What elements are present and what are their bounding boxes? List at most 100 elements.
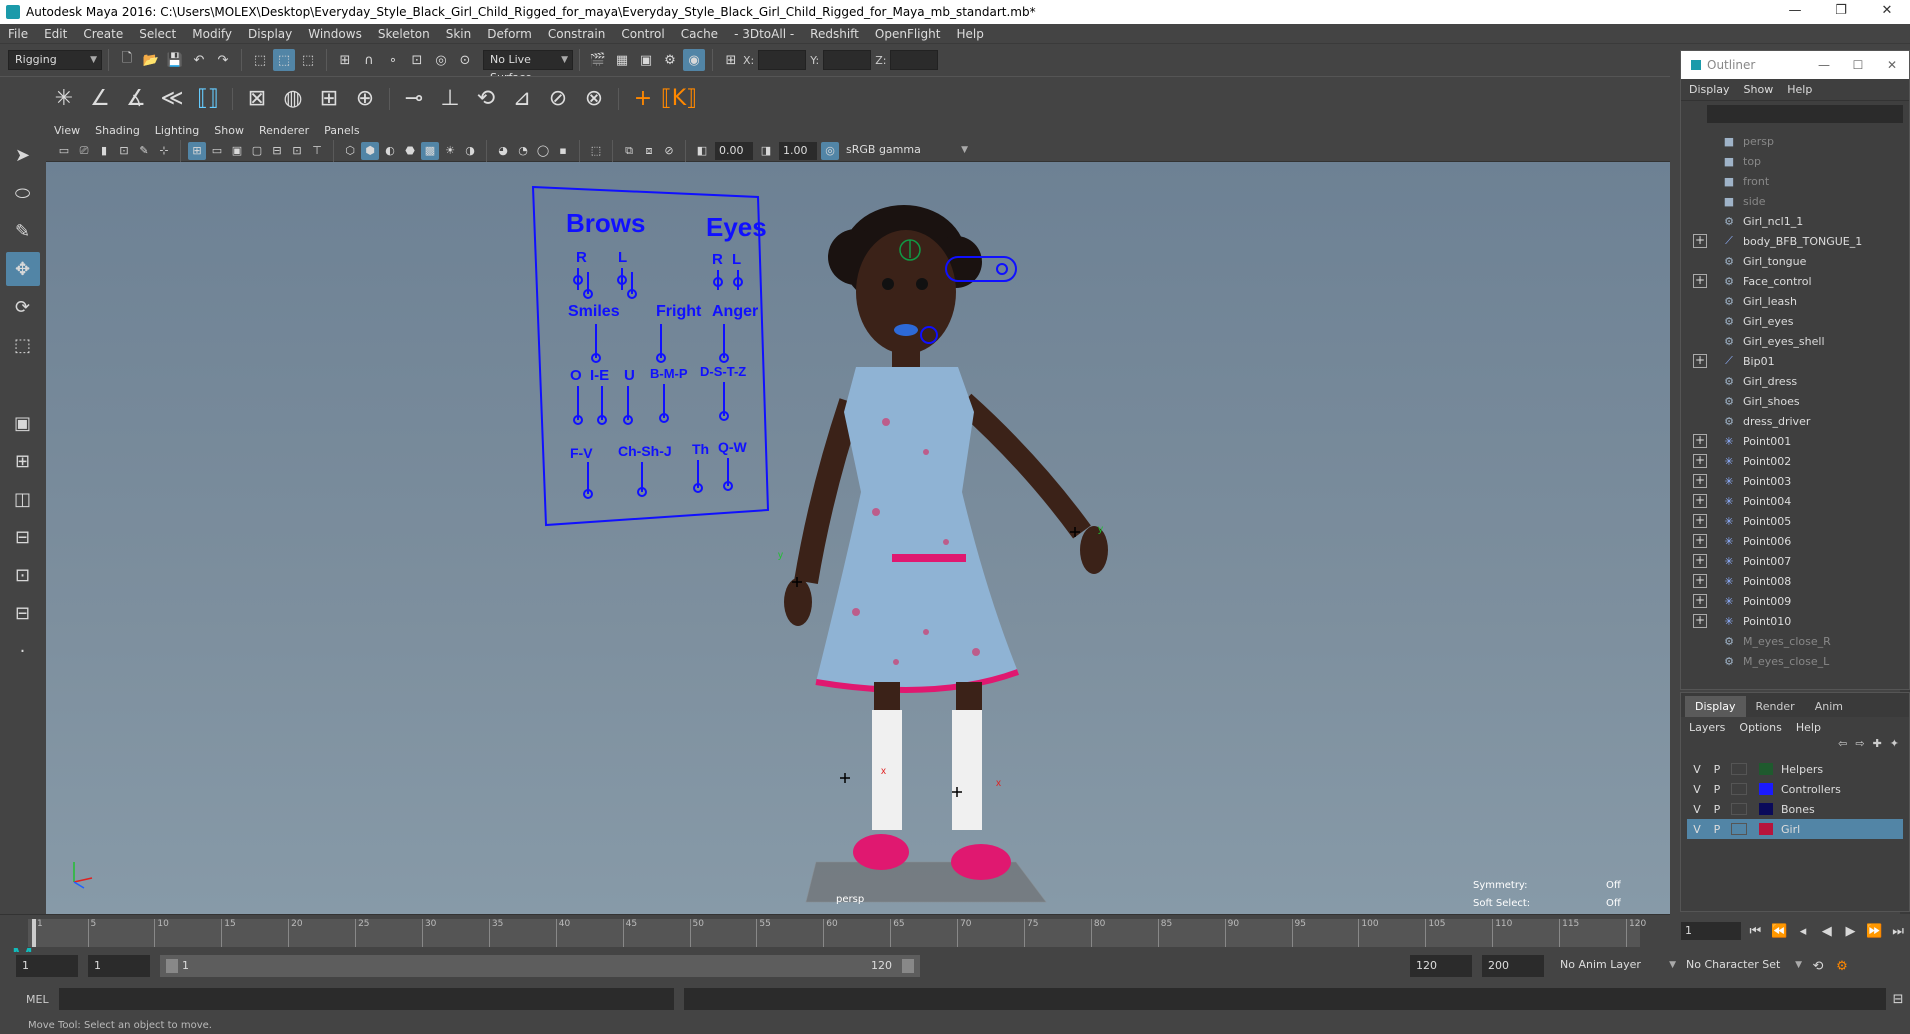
outliner-menu-show[interactable]: Show (1744, 83, 1774, 96)
ik-spline-icon[interactable]: ∡ (119, 82, 153, 116)
image-plane-icon[interactable]: ⊡ (115, 142, 133, 160)
outliner-item[interactable]: ⚙ Girl_leash (1681, 291, 1909, 311)
expand-icon[interactable]: + (1693, 514, 1707, 528)
scene-start-field[interactable]: 1 (16, 955, 78, 977)
layer-type-toggle[interactable] (1731, 783, 1747, 795)
orient-constraint-icon[interactable]: ⟲ (469, 82, 503, 116)
panel-menu-renderer[interactable]: Renderer (259, 124, 309, 137)
ik-handle-icon[interactable]: ∠ (83, 82, 117, 116)
ipr-render-icon[interactable]: ▣ (635, 49, 657, 71)
animation-prefs-icon[interactable]: ⚙ (1831, 955, 1853, 977)
menu-openflight[interactable]: OpenFlight (875, 27, 941, 41)
next-key-icon[interactable]: ⏩ (1863, 920, 1885, 942)
depth-of-field-icon[interactable]: ▪ (554, 142, 572, 160)
hypershade-icon[interactable]: ◉ (683, 49, 705, 71)
render-frame-icon[interactable]: ▦ (611, 49, 633, 71)
persp-graph-layout-icon[interactable]: ⊟ (6, 520, 40, 554)
go-to-start-icon[interactable]: ⏮ (1745, 920, 1767, 942)
expand-icon[interactable]: + (1693, 494, 1707, 508)
layer-row[interactable]: V P Helpers (1687, 759, 1903, 779)
script-editor-icon[interactable]: ⊟ (1887, 988, 1909, 1010)
open-scene-icon[interactable]: 📂 (140, 49, 162, 71)
parent-constraint-icon[interactable]: ⊸ (397, 82, 431, 116)
outliner-item[interactable]: + ✳ Point006 (1681, 531, 1909, 551)
range-start-handle[interactable] (166, 959, 178, 973)
select-component-icon[interactable]: ⬚ (297, 49, 319, 71)
menu-deform[interactable]: Deform (487, 27, 532, 41)
outliner-item[interactable]: + ✳ Point010 (1681, 611, 1909, 631)
layer-playback-toggle[interactable]: P (1707, 783, 1727, 796)
xray-icon[interactable]: ⧉ (620, 142, 638, 160)
gate-mask-icon[interactable]: ▢ (248, 142, 266, 160)
playback-start-field[interactable]: 1 (88, 955, 150, 977)
menu-cache[interactable]: Cache (681, 27, 718, 41)
command-language-label[interactable]: MEL (26, 993, 49, 1006)
wireframe-on-shaded-icon[interactable]: ⬣ (401, 142, 419, 160)
layer-visibility-toggle[interactable]: V (1687, 823, 1707, 836)
outliner-menu-display[interactable]: Display (1689, 83, 1730, 96)
layer-tab-display[interactable]: Display (1685, 696, 1746, 717)
outliner-item[interactable]: + ✳ Point009 (1681, 591, 1909, 611)
layer-row[interactable]: V P Bones (1687, 799, 1903, 819)
safe-action-icon[interactable]: ⊡ (288, 142, 306, 160)
pole-vector-icon[interactable]: ⊗ (577, 82, 611, 116)
go-to-end-icon[interactable]: ⏭ (1887, 920, 1909, 942)
x-field[interactable] (758, 50, 807, 70)
outliner-item[interactable]: + ✳ Point008 (1681, 571, 1909, 591)
current-frame-field[interactable]: 1 (1681, 922, 1741, 940)
menu-select[interactable]: Select (139, 27, 176, 41)
layer-tab-render[interactable]: Render (1746, 696, 1805, 717)
custom-shelf-icon[interactable]: ⟦K⟧ (661, 82, 697, 116)
resolution-gate-icon[interactable]: ▣ (228, 142, 246, 160)
outliner-item[interactable]: ■ persp (1681, 131, 1909, 151)
transform-input-icon[interactable]: ⊞ (720, 49, 742, 71)
outliner-item[interactable]: ⚙ Girl_dress (1681, 371, 1909, 391)
layer-visibility-toggle[interactable]: V (1687, 803, 1707, 816)
exposure-field[interactable]: 0.00 (715, 141, 753, 160)
outliner-close-button[interactable]: ✕ (1875, 58, 1909, 72)
point-constraint-icon[interactable]: ⊥ (433, 82, 467, 116)
isolate-select-icon[interactable]: ⬚ (587, 142, 605, 160)
move-layer-down-icon[interactable]: ⇨ (1855, 737, 1864, 759)
multisample-aa-icon[interactable]: ◯ (534, 142, 552, 160)
range-slider-bar[interactable]: 1 120 (160, 955, 920, 977)
layer-menu-layers[interactable]: Layers (1689, 721, 1725, 734)
outliner-item[interactable]: ⚙ Girl_tongue (1681, 251, 1909, 271)
panel-menu-view[interactable]: View (54, 124, 80, 137)
live-surface-field[interactable]: No Live Surface (483, 50, 573, 84)
play-forward-icon[interactable]: ▶ (1840, 920, 1862, 942)
outliner-layout-icon[interactable]: ⊟ (6, 596, 40, 630)
panel-menu-show[interactable]: Show (214, 124, 244, 137)
aim-constraint-icon[interactable]: ⊘ (541, 82, 575, 116)
outliner-item[interactable]: ⚙ Girl_shoes (1681, 391, 1909, 411)
layer-color-swatch[interactable] (1759, 803, 1773, 815)
grid-toggle-icon[interactable]: ⊞ (188, 141, 206, 160)
default-material-icon[interactable]: ◐ (381, 142, 399, 160)
outliner-item[interactable]: ⚙ Girl_eyes_shell (1681, 331, 1909, 351)
menu-3dtoall[interactable]: - 3DtoAll - (734, 27, 794, 41)
select-tool-icon[interactable]: ➤ (6, 138, 40, 172)
smooth-shade-icon[interactable]: ⬢ (361, 141, 379, 160)
menu-display[interactable]: Display (248, 27, 292, 41)
select-camera-icon[interactable]: ▭ (55, 142, 73, 160)
outliner-item[interactable]: + ✳ Point005 (1681, 511, 1909, 531)
time-slider[interactable]: 1 5 10 15 20 25 30 35 40 45 50 55 60 65 70 75 80 85 90 95 10… (0, 914, 1670, 948)
snap-surface-icon[interactable]: ◎ (430, 49, 452, 71)
outliner-maximize-button[interactable]: ☐ (1841, 58, 1875, 72)
select-hierarchy-icon[interactable]: ⬚ (249, 49, 271, 71)
scale-constraint-icon[interactable]: ⊿ (505, 82, 539, 116)
outliner-item[interactable]: + ✳ Point004 (1681, 491, 1909, 511)
gamma-icon[interactable]: ◨ (757, 142, 775, 160)
layer-menu-help[interactable]: Help (1796, 721, 1821, 734)
expand-icon[interactable]: + (1693, 534, 1707, 548)
panel-menu-lighting[interactable]: Lighting (155, 124, 199, 137)
layer-tab-anim[interactable]: Anim (1805, 696, 1853, 717)
menu-skin[interactable]: Skin (446, 27, 472, 41)
layer-color-swatch[interactable] (1759, 823, 1773, 835)
expand-icon[interactable]: + (1693, 594, 1707, 608)
expand-icon[interactable]: + (1693, 354, 1707, 368)
four-view-layout-icon[interactable]: ⊞ (6, 444, 40, 478)
lasso-tool-icon[interactable]: ⬭ (6, 176, 40, 210)
shadows-icon[interactable]: ◑ (461, 142, 479, 160)
render-view-icon[interactable]: 🎬 (587, 49, 609, 71)
